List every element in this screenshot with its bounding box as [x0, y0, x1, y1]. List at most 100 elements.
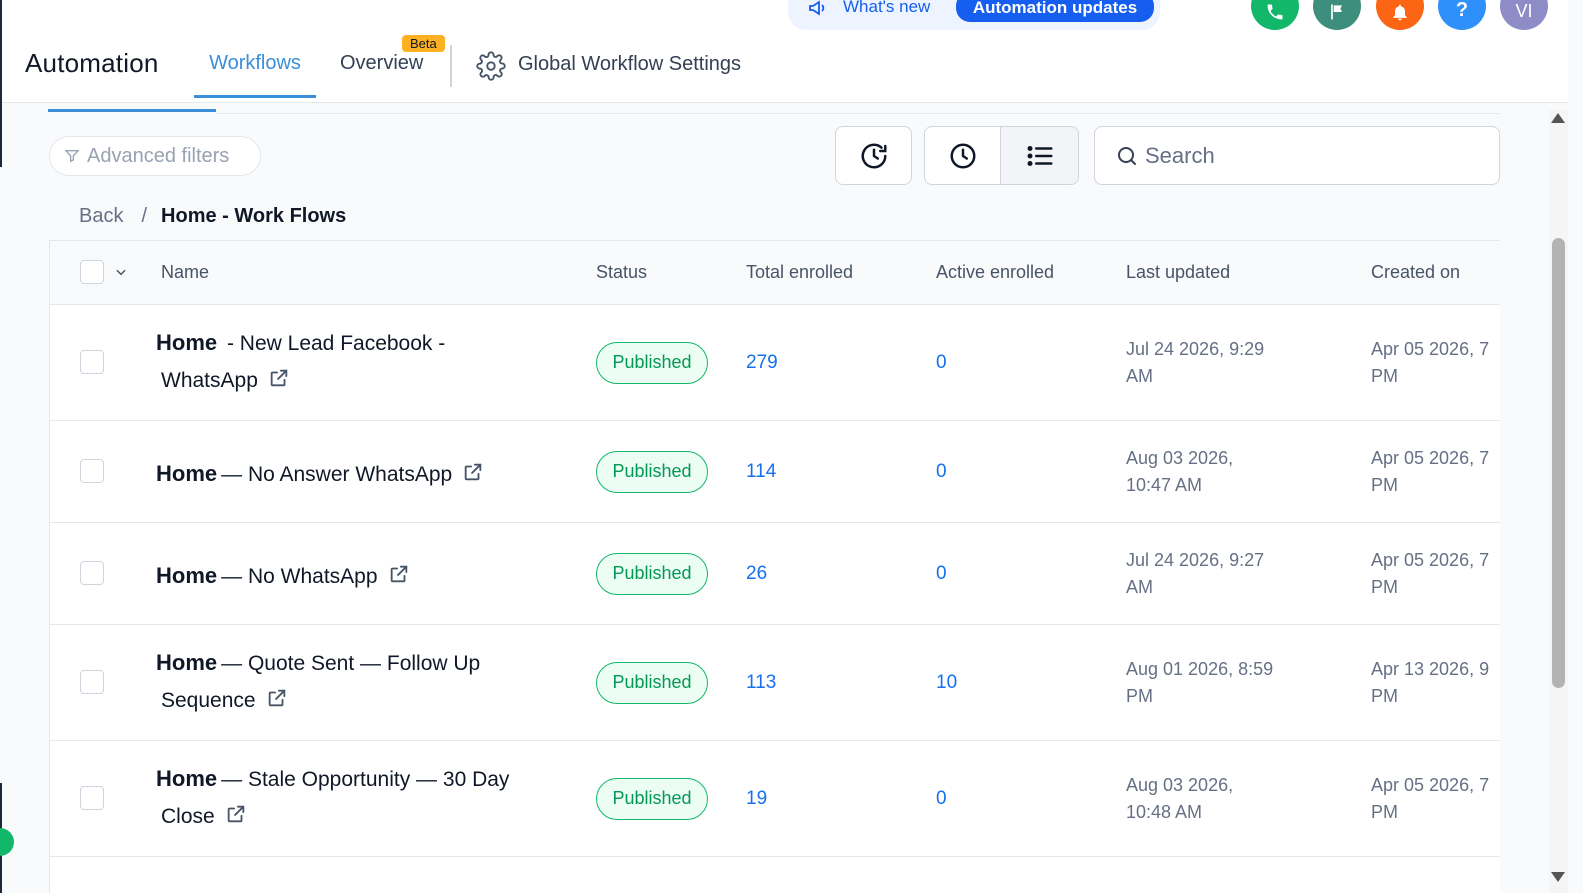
- created-on-line2: PM: [1371, 686, 1398, 706]
- status-badge: Published: [596, 342, 708, 384]
- tab-global-workflow-settings[interactable]: Global Workflow Settings: [518, 53, 741, 76]
- last-updated: Aug 01 2026, 8:59 PM: [1126, 656, 1316, 710]
- column-total-enrolled: Total enrolled: [746, 262, 854, 282]
- workflow-name[interactable]: Home — Stale Opportunity — 30 Day Close: [156, 760, 536, 835]
- tab-overview[interactable]: Overview: [340, 52, 423, 75]
- last-updated-line2: 10:47 AM: [1126, 475, 1203, 495]
- inner-tab-indicator: [48, 109, 216, 112]
- external-link-icon[interactable]: [388, 563, 410, 585]
- created-on: Apr 05 2026, 7 PM: [1371, 772, 1511, 826]
- external-link-icon[interactable]: [268, 367, 290, 389]
- flag-icon[interactable]: [1313, 0, 1361, 30]
- last-updated-line2: 10:48 AM: [1126, 802, 1203, 822]
- active-enrolled-link[interactable]: 10: [936, 672, 957, 694]
- total-enrolled-link[interactable]: 113: [746, 672, 776, 694]
- row-checkbox[interactable]: [80, 670, 104, 694]
- created-on-line2: PM: [1371, 577, 1398, 597]
- workflow-name[interactable]: Home — No Answer WhatsApp: [156, 455, 536, 493]
- tab-workflows[interactable]: Workflows: [194, 52, 316, 98]
- phone-icon[interactable]: [1251, 0, 1299, 30]
- created-on-line1: Apr 05 2026, 7: [1371, 448, 1490, 468]
- scroll-up-arrow-icon[interactable]: [1551, 113, 1565, 123]
- last-updated-line2: AM: [1126, 366, 1153, 386]
- active-enrolled-link[interactable]: 0: [936, 788, 947, 810]
- column-status: Status: [596, 262, 648, 282]
- row-checkbox[interactable]: [80, 561, 104, 585]
- active-enrolled-link[interactable]: 0: [936, 461, 947, 483]
- last-updated-line1: Aug 03 2026,: [1126, 775, 1234, 795]
- table-row[interactable]: Home - New Lead Facebook - WhatsApp Publ…: [50, 305, 1500, 421]
- search-input[interactable]: [1145, 139, 1485, 173]
- total-enrolled-link[interactable]: 114: [746, 461, 776, 483]
- table-row[interactable]: Home — No Answer WhatsApp Published 114 0…: [50, 421, 1500, 523]
- status-badge: Published: [596, 553, 708, 595]
- external-link-icon[interactable]: [266, 687, 288, 709]
- status-badge: Published: [596, 662, 708, 704]
- workflow-title-line1: — No WhatsApp: [221, 565, 378, 588]
- workflow-name[interactable]: Home - New Lead Facebook - WhatsApp: [156, 324, 536, 399]
- chat-widget-icon[interactable]: [0, 828, 14, 856]
- history-button[interactable]: [835, 126, 912, 185]
- row-checkbox[interactable]: [80, 459, 104, 483]
- top-header: Automation Workflows Overview Beta Globa…: [0, 0, 1568, 103]
- divider: [216, 113, 1500, 114]
- tab-divider: [450, 45, 452, 87]
- created-on-line1: Apr 05 2026, 7: [1371, 339, 1490, 359]
- clock-icon: [950, 143, 975, 168]
- last-updated: Aug 03 2026, 10:47 AM: [1126, 445, 1316, 499]
- breadcrumb-back-link[interactable]: Back: [79, 205, 123, 227]
- window-edge: [0, 0, 2, 167]
- created-on-line2: PM: [1371, 802, 1398, 822]
- total-enrolled-link[interactable]: 19: [746, 788, 767, 810]
- last-updated: Aug 03 2026, 10:48 AM: [1126, 772, 1316, 826]
- search-box: [1094, 126, 1500, 185]
- workflows-table: Name Status Total enrolled Active enroll…: [49, 240, 1500, 893]
- workflow-title-line1: — Stale Opportunity — 30 Day: [221, 768, 510, 791]
- workflow-brand: Home: [156, 461, 218, 486]
- help-icon[interactable]: ?: [1438, 0, 1486, 30]
- workflow-name[interactable]: Home — Quote Sent — Follow Up Sequence: [156, 644, 536, 719]
- avatar[interactable]: VI: [1500, 0, 1548, 30]
- megaphone-icon: [809, 0, 825, 16]
- last-updated: Jul 24 2026, 9:29 AM: [1126, 336, 1316, 390]
- created-on: Apr 05 2026, 7 PM: [1371, 336, 1511, 390]
- total-enrolled-link[interactable]: 26: [746, 563, 767, 585]
- view-toggle: [924, 126, 1079, 185]
- history-icon: [861, 143, 886, 168]
- filter-icon: [64, 150, 80, 163]
- workflow-brand: Home: [156, 766, 218, 791]
- whats-new-link[interactable]: What's new: [843, 0, 930, 17]
- table-row[interactable]: Home — Quote Sent — Follow Up Sequence Pu…: [50, 625, 1500, 741]
- list-view-button[interactable]: [1001, 127, 1078, 184]
- page-title: Automation: [25, 48, 159, 78]
- created-on-line1: Apr 05 2026, 7: [1371, 775, 1490, 795]
- advanced-filters-button[interactable]: Advanced filters: [49, 136, 261, 176]
- last-updated-line1: Jul 24 2026, 9:29: [1126, 339, 1265, 359]
- clock-view-button[interactable]: [925, 127, 1001, 184]
- active-enrolled-link[interactable]: 0: [936, 563, 947, 585]
- bell-icon[interactable]: [1376, 0, 1424, 30]
- row-checkbox[interactable]: [80, 350, 104, 374]
- scroll-down-arrow-icon[interactable]: [1551, 872, 1565, 882]
- gear-icon[interactable]: [476, 51, 506, 81]
- scrollbar-thumb[interactable]: [1552, 238, 1565, 688]
- chevron-down-icon[interactable]: [114, 265, 128, 279]
- external-link-icon[interactable]: [225, 803, 247, 825]
- advanced-filters-label: Advanced filters: [87, 145, 230, 167]
- table-row[interactable]: Home — Stale Opportunity — 30 Day Close P…: [50, 741, 1500, 857]
- external-link-icon[interactable]: [462, 461, 484, 483]
- created-on-line2: PM: [1371, 366, 1398, 386]
- select-all-checkbox[interactable]: [80, 260, 104, 284]
- row-checkbox[interactable]: [80, 786, 104, 810]
- last-updated-line2: PM: [1126, 686, 1153, 706]
- active-enrolled-link[interactable]: 0: [936, 352, 947, 374]
- last-updated-line1: Aug 03 2026,: [1126, 448, 1234, 468]
- total-enrolled-link[interactable]: 279: [746, 352, 778, 374]
- column-name: Name: [161, 262, 210, 282]
- table-row[interactable]: Home — No WhatsApp Published 26 0 Jul 24 …: [50, 523, 1500, 625]
- workflow-name[interactable]: Home — No WhatsApp: [156, 557, 536, 595]
- workflow-brand: Home: [156, 650, 218, 675]
- automation-updates-button[interactable]: Automation updates: [956, 0, 1154, 22]
- status-badge: Published: [596, 451, 708, 493]
- breadcrumb-current: Home - Work Flows: [161, 205, 347, 227]
